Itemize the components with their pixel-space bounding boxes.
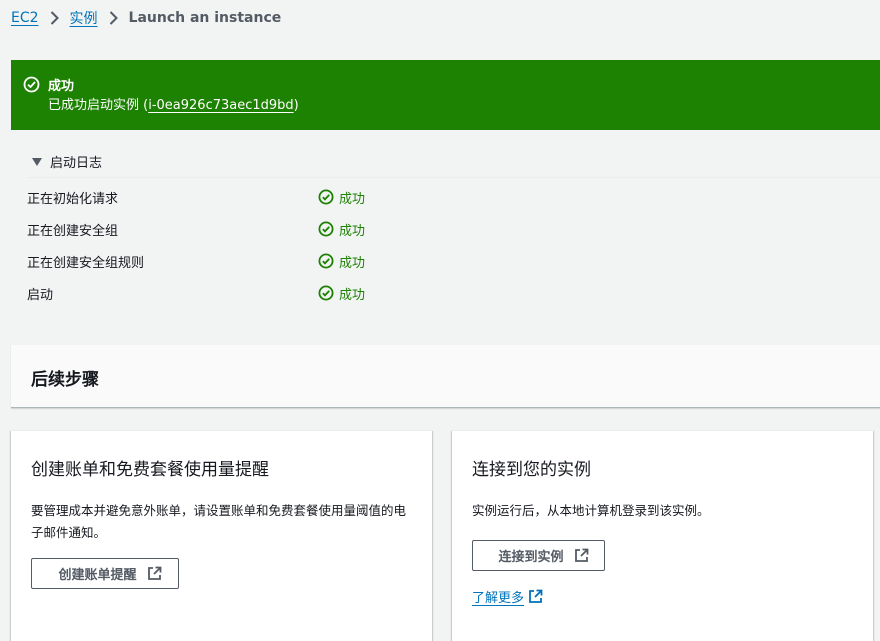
breadcrumb-current: Launch an instance bbox=[128, 10, 282, 26]
log-status: 成功 bbox=[318, 188, 365, 207]
check-circle-icon bbox=[318, 285, 334, 301]
log-row: 正在创建安全组规则 成功 bbox=[27, 250, 880, 272]
log-step: 正在创建安全组规则 bbox=[27, 255, 145, 271]
log-step: 正在初始化请求 bbox=[27, 191, 119, 207]
log-status-label: 成功 bbox=[339, 287, 366, 303]
breadcrumb: EC2 实例 Launch an instance bbox=[11, 8, 281, 28]
log-status: 成功 bbox=[318, 220, 365, 239]
launch-log-title: 启动日志 bbox=[50, 156, 103, 171]
button-label: 创建账单提醒 bbox=[58, 567, 137, 582]
button-label: 连接到实例 bbox=[498, 549, 564, 564]
caret-down-icon bbox=[32, 157, 42, 166]
success-flash: 成功 已成功启动实例 (i-0ea926c73aec1d9bd) bbox=[11, 60, 880, 130]
card-description: 要管理成本并避免意外账单，请设置账单和免费套餐使用量阈值的电子邮件通知。 bbox=[31, 503, 407, 540]
flash-message: 已成功启动实例 (i-0ea926c73aec1d9bd) bbox=[48, 96, 880, 116]
log-status-label: 成功 bbox=[339, 191, 366, 207]
check-circle-icon bbox=[318, 253, 334, 269]
check-circle-icon bbox=[318, 221, 334, 237]
log-step: 正在创建安全组 bbox=[27, 223, 119, 239]
card-description: 实例运行后，从本地计算机登录到该实例。 bbox=[472, 503, 710, 518]
log-step: 启动 bbox=[27, 287, 54, 303]
divider bbox=[27, 177, 880, 178]
connect-to-instance-button[interactable]: 连接到实例 bbox=[472, 540, 605, 571]
log-status: 成功 bbox=[318, 284, 365, 303]
log-status-label: 成功 bbox=[339, 223, 366, 239]
billing-alert-card: 创建账单和免费套餐使用量提醒 要管理成本并避免意外账单，请设置账单和免费套餐使用… bbox=[11, 430, 432, 641]
next-steps-header: 后续步骤 bbox=[11, 345, 880, 408]
check-circle-icon bbox=[23, 76, 40, 93]
log-row: 启动 成功 bbox=[27, 282, 880, 304]
create-billing-alert-button[interactable]: 创建账单提醒 bbox=[31, 558, 179, 589]
chevron-right-icon bbox=[109, 11, 118, 25]
external-link-icon bbox=[574, 548, 589, 563]
learn-more-label: 了解更多 bbox=[472, 591, 525, 606]
log-status: 成功 bbox=[318, 252, 365, 271]
launch-log-toggle[interactable]: 启动日志 bbox=[32, 152, 102, 171]
card-title: 连接到您的实例 bbox=[472, 460, 591, 480]
external-link-icon bbox=[147, 566, 162, 581]
flash-header: 成功 bbox=[23, 74, 880, 94]
instance-id-link[interactable]: i-0ea926c73aec1d9bd bbox=[148, 98, 293, 113]
log-row: 正在初始化请求 成功 bbox=[27, 186, 880, 208]
log-status-label: 成功 bbox=[339, 255, 366, 271]
breadcrumb-ec2-link[interactable]: EC2 bbox=[11, 10, 39, 26]
learn-more-link[interactable]: 了解更多 bbox=[472, 587, 543, 606]
next-steps-title: 后续步骤 bbox=[31, 370, 99, 390]
flash-title: 成功 bbox=[48, 78, 75, 94]
flash-message-suffix: ) bbox=[293, 98, 299, 113]
chevron-right-icon bbox=[50, 11, 59, 25]
flash-message-prefix: 已成功启动实例 ( bbox=[48, 98, 149, 113]
connect-instance-card: 连接到您的实例 实例运行后，从本地计算机登录到该实例。 连接到实例 了解更多 bbox=[452, 430, 873, 641]
card-title: 创建账单和免费套餐使用量提醒 bbox=[31, 460, 269, 480]
breadcrumb-instances-link[interactable]: 实例 bbox=[70, 8, 98, 28]
external-link-icon bbox=[528, 589, 543, 604]
check-circle-icon bbox=[318, 189, 334, 205]
log-row: 正在创建安全组 成功 bbox=[27, 218, 880, 240]
